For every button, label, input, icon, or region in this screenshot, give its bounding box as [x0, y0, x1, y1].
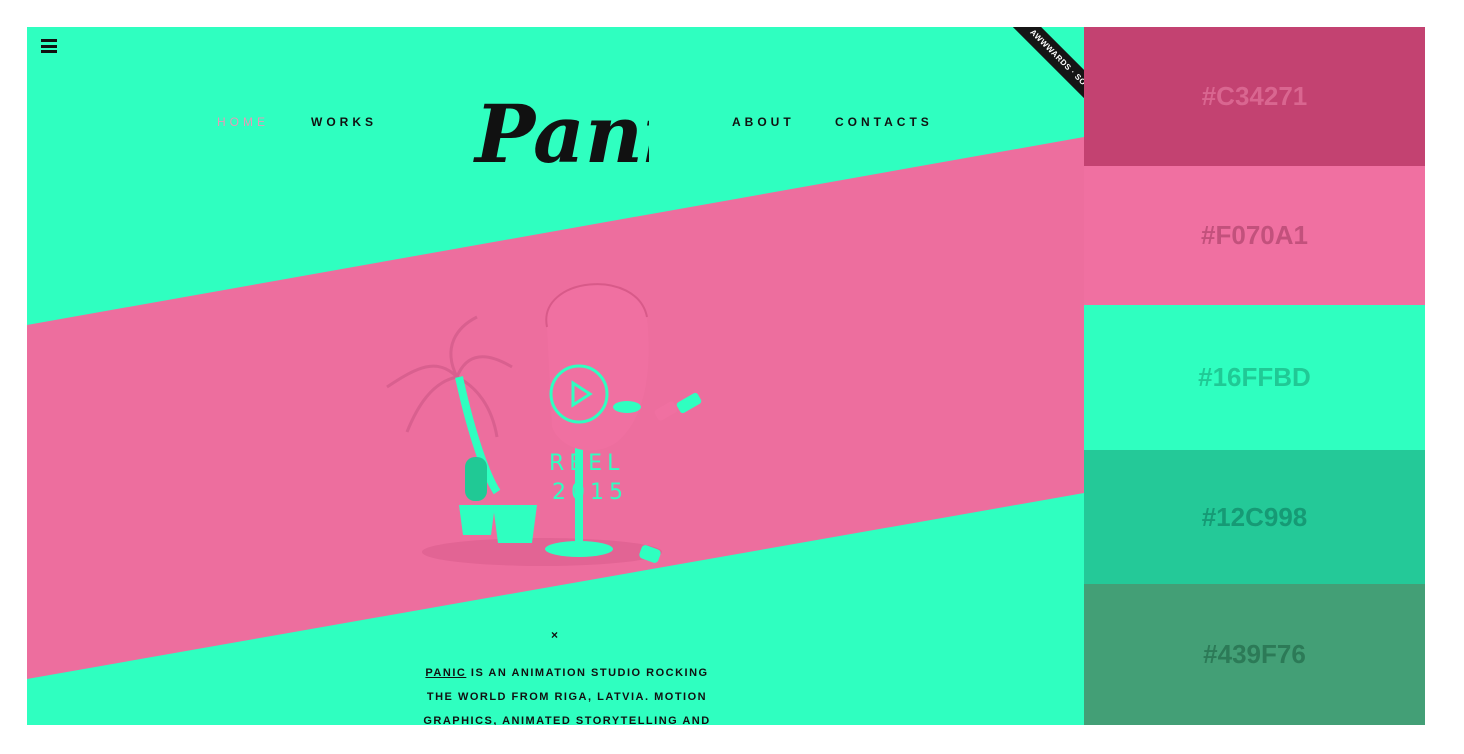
lipstick-icon: [654, 392, 702, 421]
reel-year: 2015: [552, 480, 628, 505]
awards-ribbon[interactable]: AWWWARDS · SOTD: [977, 27, 1084, 124]
mannequin-head-icon: [545, 283, 649, 451]
color-palette: #C34271 #F070A1 #16FFBD #12C998 #439F76: [1084, 27, 1425, 725]
nav-about[interactable]: ABOUT: [732, 115, 795, 129]
close-icon[interactable]: ×: [551, 628, 558, 642]
reel-label: REEL: [549, 451, 624, 476]
website-screenshot: HOME WORKS ABOUT CONTACTS Panic AWWWARDS…: [27, 27, 1084, 725]
swatch-12c998: #12C998: [1084, 450, 1425, 584]
hamburger-menu-icon[interactable]: [41, 39, 57, 53]
nav-contacts[interactable]: CONTACTS: [835, 115, 933, 129]
swatch-16ffbd: #16FFBD: [1084, 305, 1425, 450]
palm-plant-icon: [386, 315, 513, 495]
intro-text: PANIC IS AN ANIMATION STUDIO ROCKING THE…: [423, 667, 711, 725]
nav-works[interactable]: WORKS: [311, 115, 377, 129]
swatch-439f76: #439F76: [1084, 584, 1425, 725]
panic-logo[interactable]: Panic: [469, 67, 722, 182]
hero-illustration: REEL 2015: [386, 283, 702, 566]
awards-ribbon-text: AWWWARDS · SOTD: [987, 27, 1084, 124]
nav-home[interactable]: HOME: [217, 115, 269, 129]
swatch-f070a1: #F070A1: [1084, 166, 1425, 305]
panic-link[interactable]: PANIC: [425, 667, 466, 679]
swatch-c34271: #C34271: [1084, 27, 1425, 166]
logo-text: Panic: [473, 87, 649, 181]
